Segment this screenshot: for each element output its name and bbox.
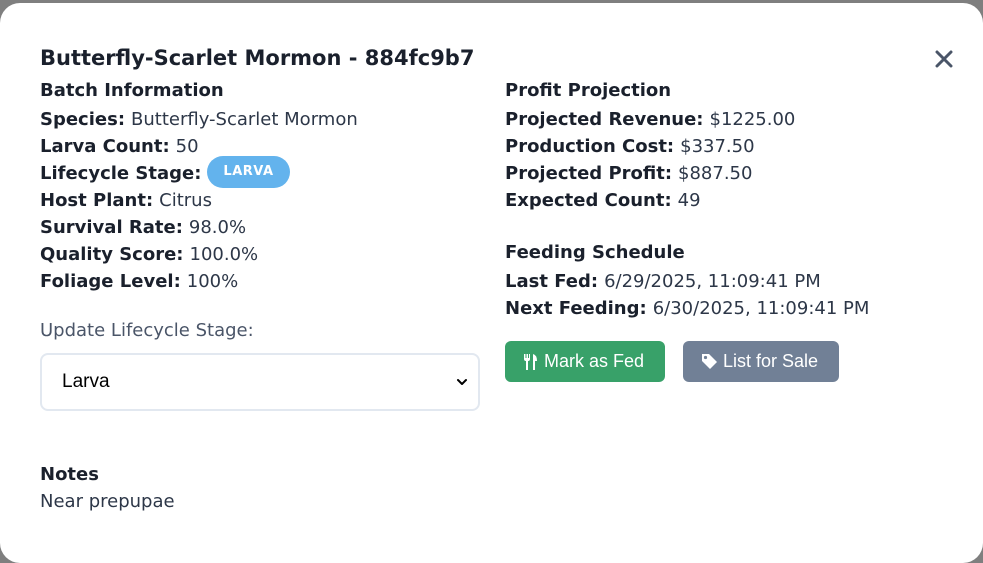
survival-rate-label: Survival Rate: bbox=[40, 216, 183, 238]
last-fed-value: 6/29/2025, 11:09:41 PM bbox=[604, 270, 821, 292]
mark-as-fed-label: Mark as Fed bbox=[544, 351, 645, 371]
expected-count-value: 49 bbox=[677, 189, 701, 211]
list-for-sale-button[interactable]: List for Sale bbox=[683, 341, 839, 382]
quality-score-row: Quality Score: 100.0% bbox=[40, 241, 480, 268]
lifecycle-stage-label: Lifecycle Stage: bbox=[40, 162, 202, 184]
projected-revenue-label: Projected Revenue: bbox=[505, 108, 704, 130]
projected-profit-row: Projected Profit: $887.50 bbox=[505, 160, 965, 187]
feeding-schedule-heading: Feeding Schedule bbox=[505, 242, 685, 263]
projected-revenue-row: Projected Revenue: $1225.00 bbox=[505, 106, 965, 133]
batch-information-heading: Batch Information bbox=[40, 80, 224, 101]
chevron-down-icon bbox=[457, 379, 467, 385]
foliage-level-row: Foliage Level: 100% bbox=[40, 268, 480, 295]
production-cost-label: Production Cost: bbox=[505, 135, 675, 157]
expected-count-row: Expected Count: 49 bbox=[505, 187, 965, 214]
lifecycle-stage-select[interactable]: Larva bbox=[40, 353, 480, 411]
modal-title: Butterfly-Scarlet Mormon - 884fc9b7 bbox=[40, 46, 475, 70]
host-plant-value: Citrus bbox=[159, 189, 212, 211]
last-fed-label: Last Fed: bbox=[505, 270, 599, 292]
lifecycle-stage-selected: Larva bbox=[62, 371, 110, 392]
foliage-level-label: Foliage Level: bbox=[40, 270, 181, 292]
batch-information-section: Batch Information Species: Butterfly-Sca… bbox=[40, 79, 480, 295]
close-icon bbox=[935, 50, 953, 68]
profit-projection-heading: Profit Projection bbox=[505, 80, 672, 101]
species-value: Butterfly-Scarlet Mormon bbox=[131, 108, 358, 130]
production-cost-row: Production Cost: $337.50 bbox=[505, 133, 965, 160]
list-for-sale-label: List for Sale bbox=[723, 351, 819, 371]
quality-score-label: Quality Score: bbox=[40, 243, 184, 265]
species-label: Species: bbox=[40, 108, 126, 130]
host-plant-label: Host Plant: bbox=[40, 189, 154, 211]
notes-heading: Notes bbox=[40, 464, 99, 485]
species-row: Species: Butterfly-Scarlet Mormon bbox=[40, 106, 480, 133]
close-button[interactable] bbox=[930, 45, 958, 73]
next-feeding-label: Next Feeding: bbox=[505, 297, 647, 319]
projected-profit-value: $887.50 bbox=[678, 162, 753, 184]
next-feeding-row: Next Feeding: 6/30/2025, 11:09:41 PM bbox=[505, 295, 965, 322]
notes-text: Near prepupae bbox=[40, 491, 175, 512]
expected-count-label: Expected Count: bbox=[505, 189, 672, 211]
lifecycle-stage-badge: LARVA bbox=[207, 155, 290, 188]
last-fed-row: Last Fed: 6/29/2025, 11:09:41 PM bbox=[505, 268, 965, 295]
quality-score-value: 100.0% bbox=[189, 243, 259, 265]
survival-rate-value: 98.0% bbox=[188, 216, 247, 238]
projected-revenue-value: $1225.00 bbox=[709, 108, 796, 130]
next-feeding-value: 6/30/2025, 11:09:41 PM bbox=[652, 297, 870, 319]
mark-as-fed-button[interactable]: Mark as Fed bbox=[505, 341, 665, 382]
host-plant-row: Host Plant: Citrus bbox=[40, 187, 480, 214]
larva-count-value: 50 bbox=[175, 135, 199, 157]
lifecycle-stage-row: Lifecycle Stage: LARVA bbox=[40, 155, 480, 188]
projected-profit-label: Projected Profit: bbox=[505, 162, 673, 184]
tag-icon bbox=[702, 354, 717, 369]
batch-detail-modal: Butterfly-Scarlet Mormon - 884fc9b7 Batc… bbox=[0, 3, 983, 563]
update-lifecycle-label: Update Lifecycle Stage: bbox=[40, 320, 254, 341]
foliage-level-value: 100% bbox=[186, 270, 239, 292]
larva-count-label: Larva Count: bbox=[40, 135, 170, 157]
survival-rate-row: Survival Rate: 98.0% bbox=[40, 214, 480, 241]
feeding-schedule-section: Feeding Schedule Last Fed: 6/29/2025, 11… bbox=[505, 241, 965, 322]
profit-projection-section: Profit Projection Projected Revenue: $12… bbox=[505, 79, 965, 322]
utensils-icon bbox=[524, 353, 537, 370]
production-cost-value: $337.50 bbox=[680, 135, 755, 157]
